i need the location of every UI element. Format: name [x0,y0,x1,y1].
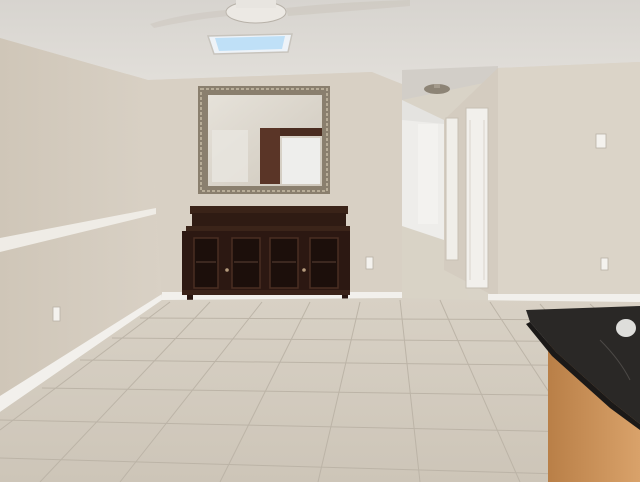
wall-outlet-left [52,306,61,322]
room-photo [0,0,640,482]
interior-door-1 [445,117,459,261]
wall-outlet-back [365,256,374,270]
interior-door-2 [465,107,489,289]
right-wall [488,62,640,302]
skylight [206,33,293,55]
light-switch [595,133,607,149]
wall-outlet-right [600,257,609,271]
right-hallway-wall [444,68,498,298]
ornate-wall-mirror [198,86,330,194]
